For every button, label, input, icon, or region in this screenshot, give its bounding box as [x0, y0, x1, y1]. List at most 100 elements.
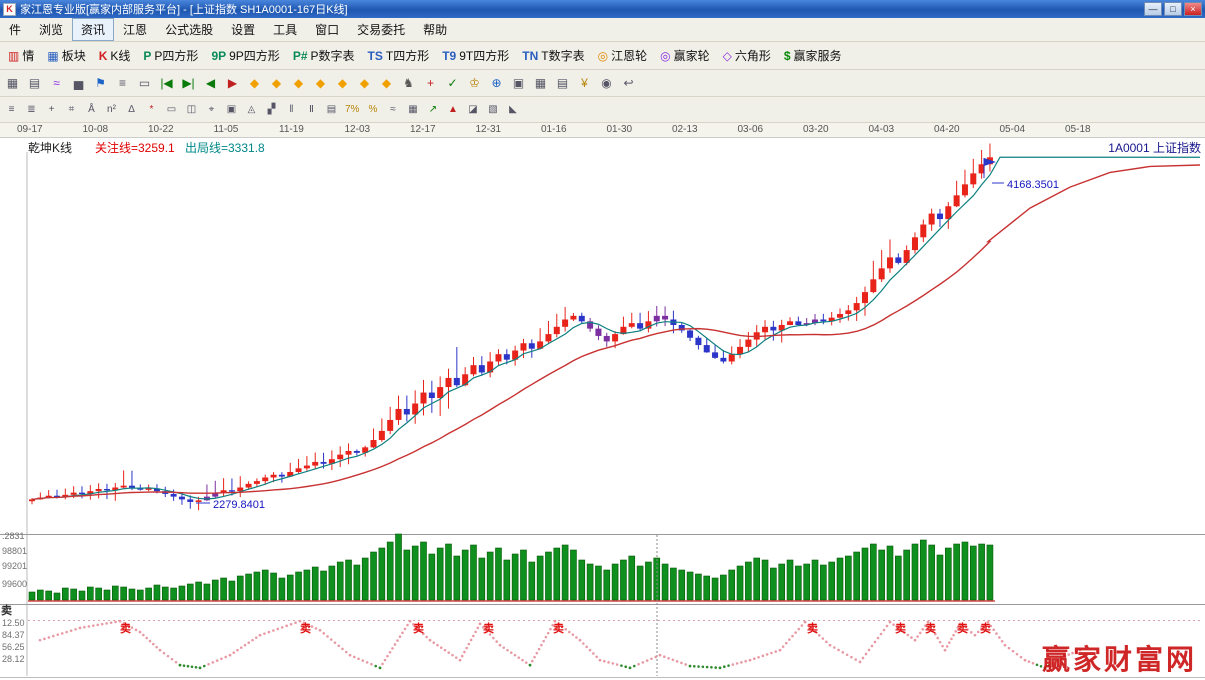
grid-icon[interactable]: ▦ [2, 73, 23, 93]
first-icon[interactable]: |◀ [156, 73, 177, 93]
menu-item-3[interactable]: 江恩 [114, 18, 156, 41]
toolbar-button-5[interactable]: P#P数字表 [287, 45, 361, 66]
book-icon[interactable]: ▤ [552, 73, 573, 93]
calendar-icon[interactable]: ▣ [508, 73, 529, 93]
svg-text:卖: 卖 [413, 621, 424, 635]
square-n-icon[interactable]: n² [102, 101, 121, 119]
menu-item-7[interactable]: 窗口 [306, 18, 348, 41]
note-icon[interactable]: ▭ [134, 73, 155, 93]
diamond-3-icon[interactable]: ◆ [288, 73, 309, 93]
grid2-icon[interactable]: ▦ [403, 101, 422, 119]
report-icon[interactable]: ▤ [24, 73, 45, 93]
toolbar-button-4-icon: 9P [211, 50, 226, 62]
shade-icon[interactable]: ▞ [262, 101, 281, 119]
toolbar-button-11[interactable]: ◇六角形 [717, 45, 777, 66]
date-label-12: 03-20 [803, 124, 829, 135]
list-icon[interactable]: ≡ [112, 73, 133, 93]
toolbar-button-6[interactable]: TST四方形 [362, 45, 436, 66]
roman-icon[interactable]: Ⅱ [302, 101, 321, 119]
date-label-8: 01-16 [541, 124, 567, 135]
menu-item-8[interactable]: 交易委托 [348, 18, 414, 41]
delta-icon[interactable]: ∆ [122, 101, 141, 119]
toolbar-button-6-icon: TS [368, 50, 383, 62]
toolbar-button-9[interactable]: ◎江恩轮 [592, 45, 654, 66]
cross-icon[interactable]: + [420, 73, 441, 93]
svg-text:卖: 卖 [957, 621, 968, 635]
toolbar-button-7[interactable]: T99T四方形 [436, 45, 515, 66]
star-icon[interactable]: * [142, 101, 161, 119]
close-button[interactable]: × [1184, 2, 1202, 16]
pct-icon[interactable]: % [363, 101, 382, 119]
hash-icon[interactable]: ⌗ [62, 101, 81, 119]
globe-icon[interactable]: ⊕ [486, 73, 507, 93]
diamond-7-icon[interactable]: ◆ [376, 73, 397, 93]
crown-icon[interactable]: ♔ [464, 73, 485, 93]
diamond-2-icon[interactable]: ◆ [266, 73, 287, 93]
last-icon[interactable]: ▶| [178, 73, 199, 93]
svg-text:卖: 卖 [925, 621, 936, 635]
tri-up-icon[interactable]: ▲ [443, 101, 462, 119]
target-icon[interactable]: ⌖ [202, 101, 221, 119]
frame-icon[interactable]: ▣ [222, 101, 241, 119]
disk-icon[interactable]: ◉ [596, 73, 617, 93]
chart-area[interactable]: 乾坤K线 关注线=3259.1 出局线=3331.8 1A0001 上证指数 4… [0, 138, 1205, 680]
toolbar-button-8[interactable]: TNT数字表 [516, 45, 590, 66]
hatch-icon[interactable]: ≡ [2, 101, 21, 119]
dual-box-icon[interactable]: ◫ [182, 101, 201, 119]
tri-icon[interactable]: ◬ [242, 101, 261, 119]
angstrom-icon[interactable]: Å [82, 101, 101, 119]
svg-text:卖: 卖 [120, 621, 131, 635]
lines-icon[interactable]: ≣ [22, 101, 41, 119]
menu-item-2[interactable]: 资讯 [72, 18, 114, 41]
menu-item-9[interactable]: 帮助 [414, 18, 456, 41]
trend-icon[interactable]: ≈ [46, 73, 67, 93]
main-chart-canvas[interactable]: 4168.35012279.8401.2831988019920199600卖1… [0, 138, 1205, 680]
flag-icon[interactable]: ⚑ [90, 73, 111, 93]
menu-item-6[interactable]: 工具 [264, 18, 306, 41]
svg-text:99600: 99600 [2, 579, 27, 589]
toolbar-button-2[interactable]: KK线 [93, 45, 137, 66]
bars-icon[interactable]: ▅ [68, 73, 89, 93]
table-icon[interactable]: ▦ [530, 73, 551, 93]
box-icon[interactable]: ▭ [162, 101, 181, 119]
date-label-13: 04-03 [869, 124, 895, 135]
pipes-icon[interactable]: ‖ [282, 101, 301, 119]
toolbar-button-3-icon: P [143, 50, 151, 62]
menu-item-1[interactable]: 浏览 [30, 18, 72, 41]
toolbar-button-3[interactable]: PP四方形 [137, 45, 204, 66]
menu-item-0[interactable]: 件 [0, 18, 30, 41]
toolbar-button-0-label: 情 [22, 47, 34, 64]
money-icon[interactable]: ¥ [574, 73, 595, 93]
toolbar-button-10[interactable]: ◎赢家轮 [654, 45, 716, 66]
arrow-ne-icon[interactable]: ↗ [423, 101, 442, 119]
diamond-5-icon[interactable]: ◆ [332, 73, 353, 93]
plus-icon[interactable]: + [42, 101, 61, 119]
toolbar-button-4[interactable]: 9P9P四方形 [205, 45, 285, 66]
hatch2-icon[interactable]: ▧ [483, 101, 502, 119]
corner-icon[interactable]: ◪ [463, 101, 482, 119]
window-controls: —□× [1144, 2, 1202, 16]
toolbar-button-1[interactable]: ▦板块 [41, 45, 91, 66]
diamond-1-icon[interactable]: ◆ [244, 73, 265, 93]
date-label-0: 09-17 [17, 124, 43, 135]
wedge-icon[interactable]: ◣ [503, 101, 522, 119]
toolbar-button-0-icon: ▥ [8, 50, 19, 62]
toolbar-button-12[interactable]: $赢家服务 [778, 45, 848, 66]
maximize-button[interactable]: □ [1164, 2, 1182, 16]
menu-item-5[interactable]: 设置 [222, 18, 264, 41]
diamond-4-icon[interactable]: ◆ [310, 73, 331, 93]
knight-icon[interactable]: ♞ [398, 73, 419, 93]
seven-pct-icon[interactable]: 7% [342, 101, 362, 119]
minimize-button[interactable]: — [1144, 2, 1162, 16]
svg-text:28.12: 28.12 [2, 654, 25, 664]
check-icon[interactable]: ✓ [442, 73, 463, 93]
prev-icon[interactable]: ◀ [200, 73, 221, 93]
panel-icon[interactable]: ▤ [322, 101, 341, 119]
next-icon[interactable]: ▶ [222, 73, 243, 93]
waves-icon[interactable]: ≈ [383, 101, 402, 119]
toolbar-button-0[interactable]: ▥情 [2, 45, 40, 66]
menu-item-4[interactable]: 公式选股 [156, 18, 222, 41]
diamond-6-icon[interactable]: ◆ [354, 73, 375, 93]
moving-averages [32, 157, 1200, 499]
back-icon[interactable]: ↩ [618, 73, 639, 93]
